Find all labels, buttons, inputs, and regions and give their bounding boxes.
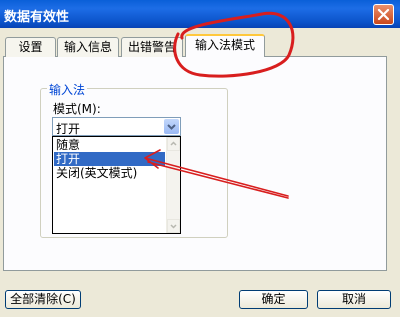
ime-mode-dropdown-list: 随意 打开 关闭(英文模式) [52,136,181,234]
ok-button[interactable]: 确定 [239,290,308,309]
tab-settings[interactable]: 设置 [5,37,56,57]
scroll-down-button[interactable] [167,219,180,233]
option-on[interactable]: 打开 [54,152,165,166]
tab-input-message[interactable]: 输入信息 [57,37,119,57]
title-bar: 数据有效性 [0,0,400,28]
clear-all-button[interactable]: 全部清除(C) [5,290,81,309]
button-label: 取消 [341,292,366,306]
tab-error-alert[interactable]: 出错警告 [121,37,183,57]
option-label: 打开 [56,152,81,166]
option-off[interactable]: 关闭(英文模式) [54,166,165,180]
chevron-down-icon [170,224,177,229]
tab-ime-mode[interactable]: 输入法模式 [185,34,265,57]
option-label: 关闭(英文模式) [56,166,138,180]
ime-mode-select[interactable]: 打开 [52,117,181,136]
window-title: 数据有效性 [4,10,70,25]
button-label: 全部清除(C) [10,292,76,306]
tab-label: 输入信息 [63,40,112,54]
close-icon [377,8,390,21]
option-label: 随意 [56,138,81,152]
option-any[interactable]: 随意 [54,138,165,152]
tab-label: 输入法模式 [194,38,255,52]
tab-label: 出错警告 [127,40,176,54]
button-label: 确定 [261,292,286,306]
dropdown-arrow-button[interactable] [164,119,179,134]
dropdown-scrollbar[interactable] [166,137,180,233]
mode-label: 模式(M): [53,102,101,116]
tab-label: 设置 [18,40,43,54]
chevron-up-icon [170,141,177,146]
chevron-down-icon [167,124,176,130]
ime-mode-value: 打开 [56,122,81,136]
close-button[interactable] [373,4,394,25]
cancel-button[interactable]: 取消 [317,290,391,309]
ime-group-legend: 输入法 [47,81,88,98]
scroll-up-button[interactable] [167,137,180,151]
